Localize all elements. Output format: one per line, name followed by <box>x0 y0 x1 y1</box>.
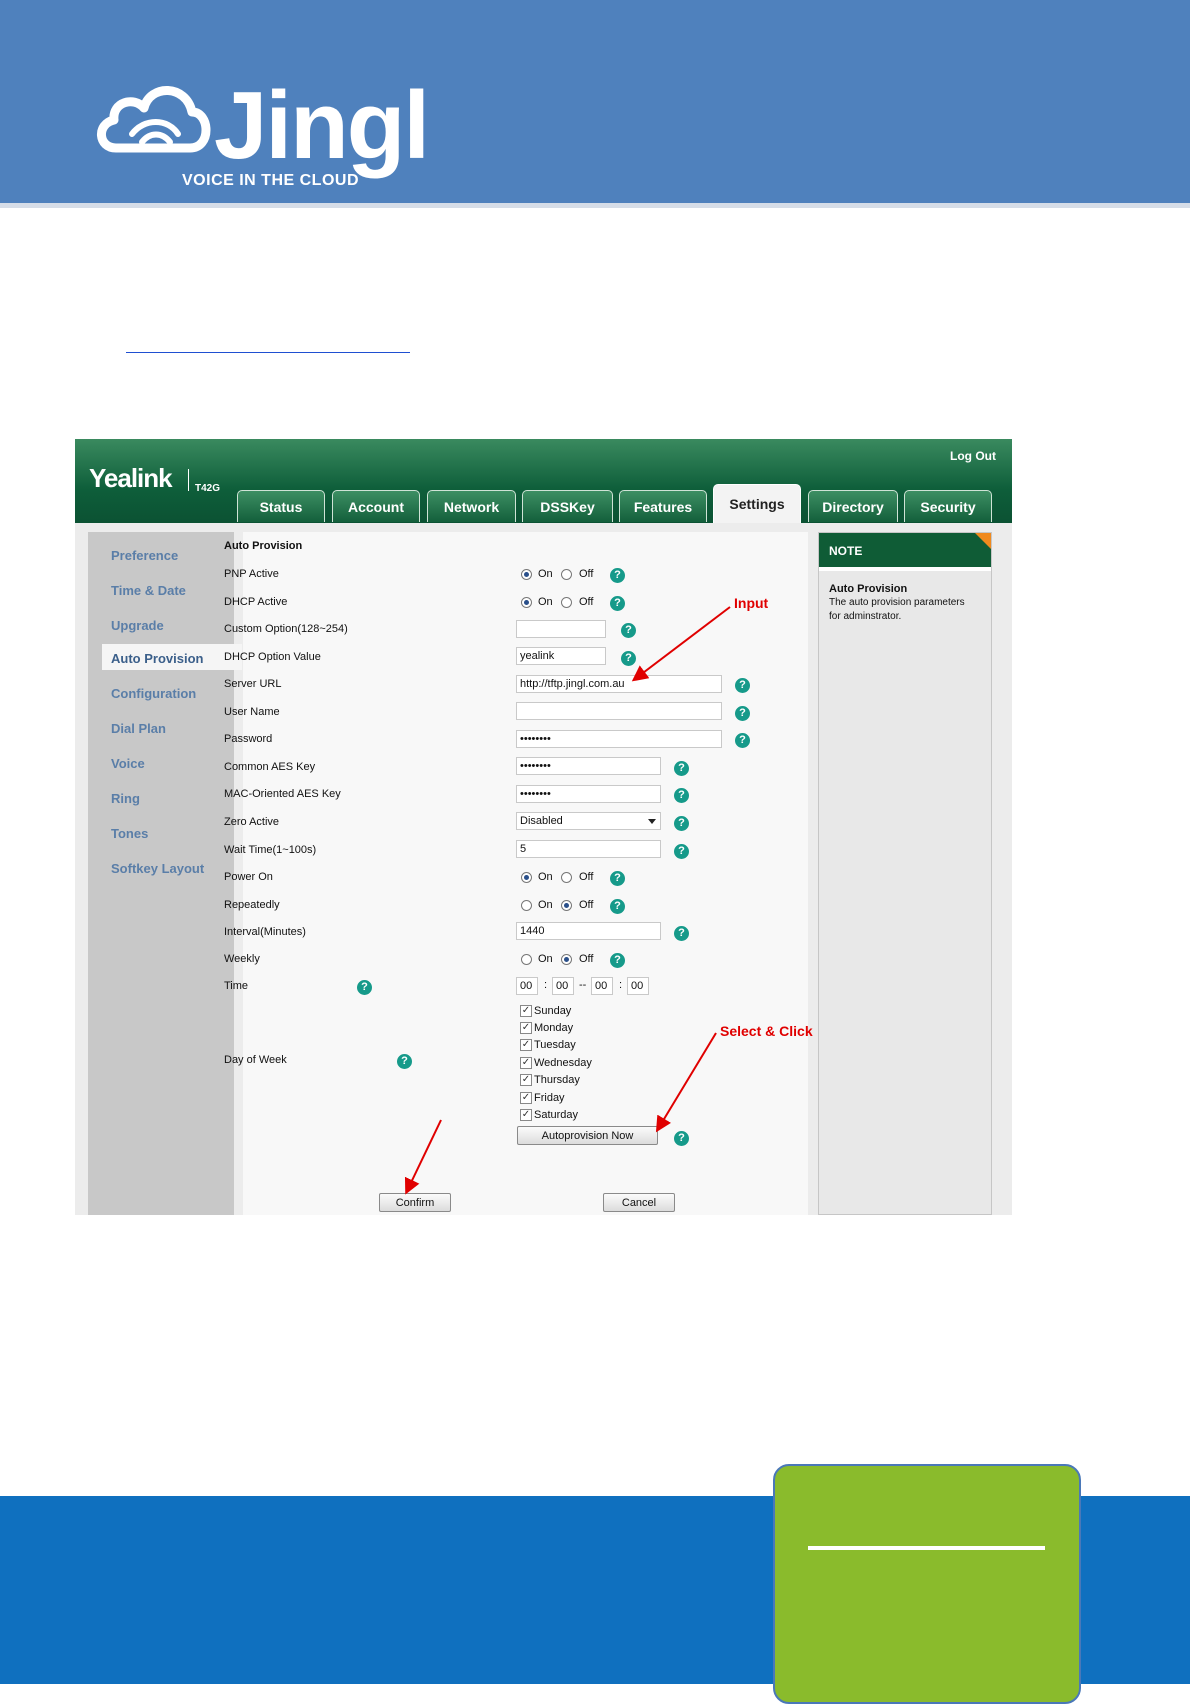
arrow-to-confirm <box>404 1119 442 1195</box>
logo-tagline: VOICE IN THE CLOUD <box>182 172 360 189</box>
phone-web-ui-screenshot: Yealink T42G Log Out Status Account Netw… <box>75 439 1012 1215</box>
annotation-arrows <box>404 606 731 1195</box>
logo-wordmark: Jingl <box>214 72 430 179</box>
link-underline[interactable] <box>126 352 410 353</box>
arrow-to-server-url <box>631 606 731 682</box>
arrow-to-autoprovision <box>655 1032 717 1133</box>
footer-green-box <box>773 1464 1081 1704</box>
cloud-logo-icon <box>97 86 211 153</box>
footer-green-box-line <box>808 1546 1045 1550</box>
